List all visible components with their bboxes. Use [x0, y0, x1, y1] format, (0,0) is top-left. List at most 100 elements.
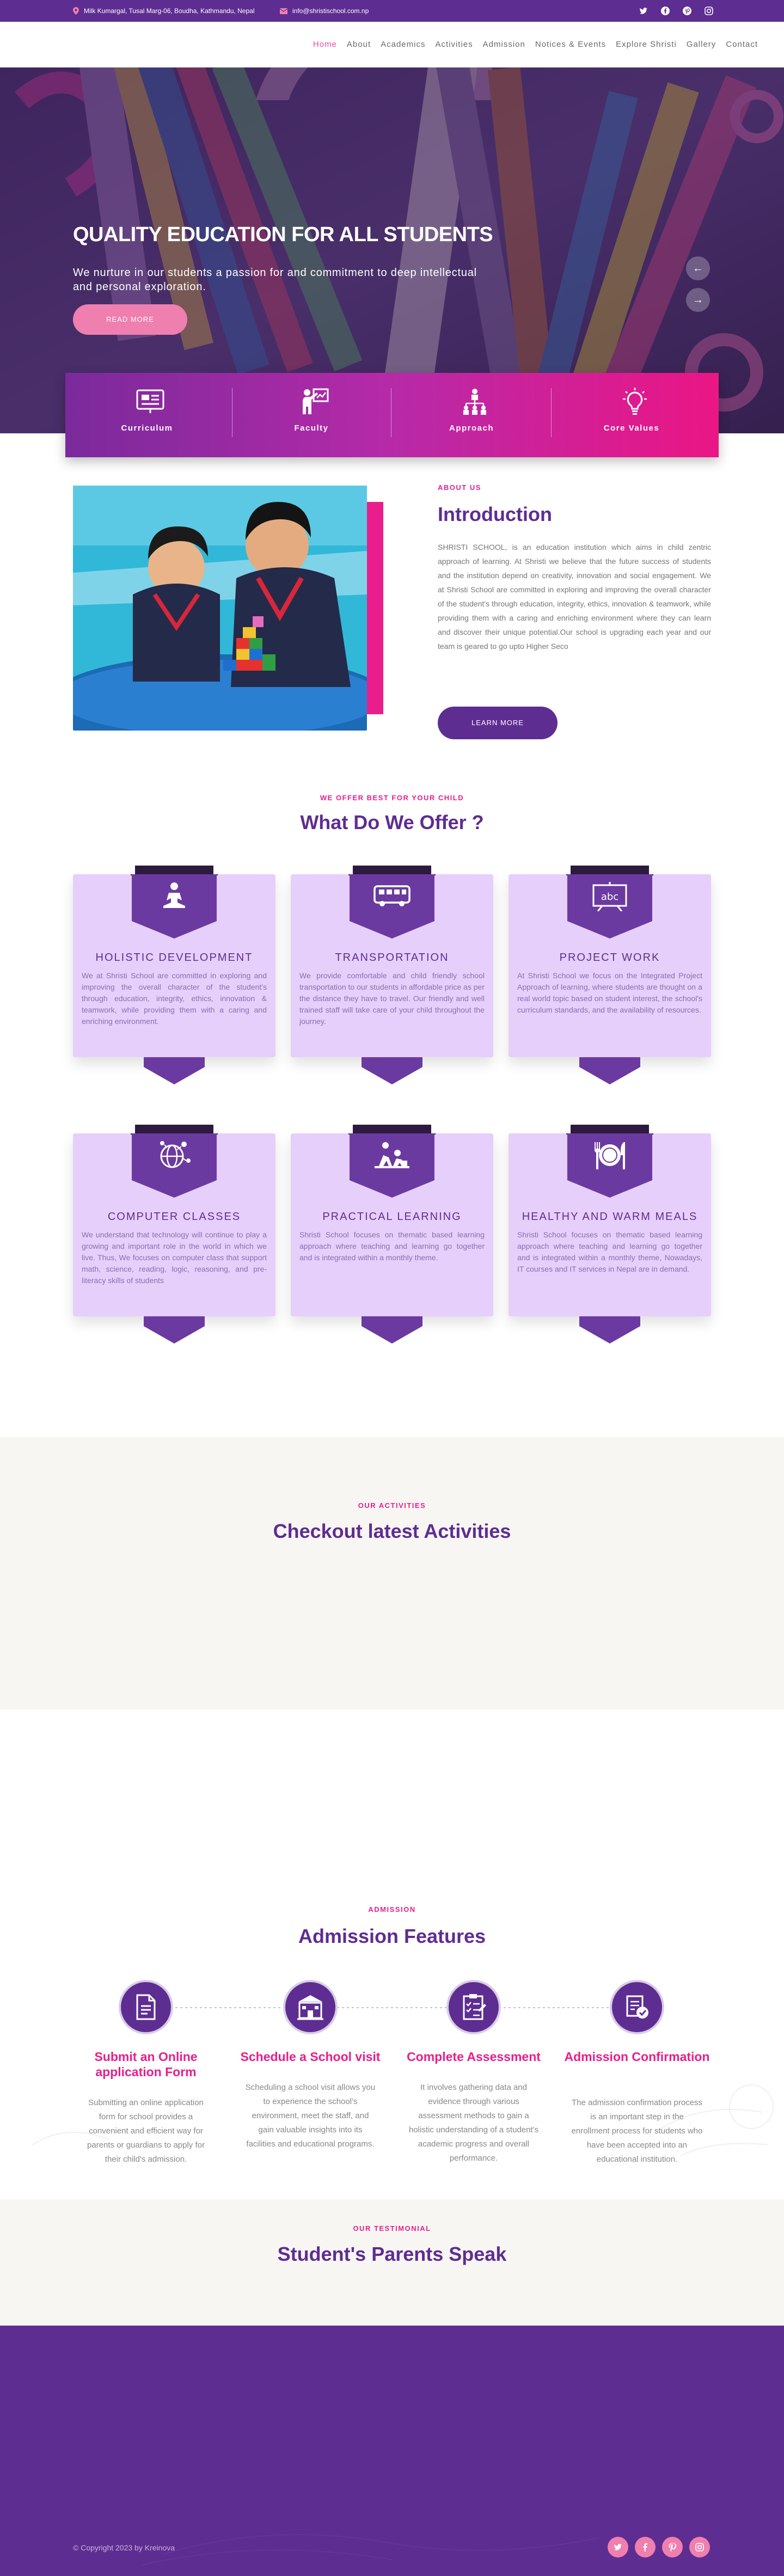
feature-label: Core Values: [603, 424, 660, 433]
card-description: We provide comfortable and child friendl…: [299, 971, 485, 1026]
nav-item-activities[interactable]: Activities: [435, 40, 473, 49]
nav-item-about[interactable]: About: [347, 40, 371, 49]
footer-instagram-link[interactable]: [689, 2537, 710, 2557]
step-title: Admission Confirmation: [564, 2050, 710, 2064]
activities-title: Checkout latest Activities: [273, 1520, 511, 1542]
step-title: Complete Assessment: [407, 2050, 541, 2064]
feature-label: Curriculum: [121, 424, 173, 433]
main-navbar: Home About Academics Activities Admissio…: [0, 22, 784, 68]
kids-playing-icon: [375, 1142, 409, 1168]
card-title: HOLISTIC DEVELOPMENT: [95, 952, 253, 964]
footer-facebook-link[interactable]: [635, 2537, 656, 2557]
footer-twitter-link[interactable]: [608, 2537, 628, 2557]
card-ribbon: [579, 1316, 640, 1344]
admission-kicker: ADMISSION: [368, 1905, 416, 1913]
feature-core-values[interactable]: Core Values: [552, 373, 711, 457]
step-description: Scheduling a school visit allows you to …: [245, 2083, 376, 2149]
nav-item-explore-shristi[interactable]: Explore Shristi: [616, 40, 677, 49]
offer-card[interactable]: PRACTICAL LEARNING Shristi School focuse…: [291, 1125, 493, 1344]
feature-faculty[interactable]: Faculty: [232, 373, 391, 457]
learn-more-button[interactable]: LEARN MORE: [438, 707, 558, 739]
facebook-icon: [643, 2543, 647, 2552]
feature-approach[interactable]: Approach: [392, 373, 551, 457]
nav-item-academics[interactable]: Academics: [381, 40, 425, 49]
offer-title: What Do We Offer ?: [300, 811, 484, 833]
nav-item-admission[interactable]: Admission: [483, 40, 525, 49]
feature-curriculum[interactable]: Curriculum: [68, 373, 226, 457]
twitter-icon[interactable]: [639, 7, 648, 15]
divider: [551, 388, 552, 437]
hierarchy-icon: [463, 389, 486, 415]
activities-section: [0, 1437, 784, 1709]
offer-card[interactable]: HEALTHY AND WARM MEALS Shristi School fo…: [509, 1125, 711, 1344]
nav-item-notices-events[interactable]: Notices & Events: [535, 40, 606, 49]
card-description: We understand that technology will conti…: [82, 1230, 267, 1285]
badge-check-icon: [626, 1995, 648, 2019]
pinterest-icon[interactable]: [683, 7, 691, 15]
svg-text:abc: abc: [601, 891, 618, 903]
intro-photo: [73, 486, 367, 731]
card-ribbon: [362, 1057, 422, 1084]
feature-bar: Curriculum Faculty Approach Core Values: [65, 373, 719, 457]
meditation-icon: [163, 882, 185, 908]
card-ribbon: [362, 1316, 422, 1344]
globe-network-icon: [160, 1141, 191, 1168]
feature-label: Faculty: [294, 424, 329, 433]
card-title: HEALTHY AND WARM MEALS: [522, 1211, 698, 1223]
card-description: We at Shristi School are committed in ex…: [82, 971, 267, 1026]
twitter-icon: [614, 2544, 622, 2550]
instagram-icon[interactable]: [705, 7, 713, 15]
card-title: PRACTICAL LEARNING: [322, 1211, 462, 1223]
footer-pinterest-link[interactable]: [662, 2537, 683, 2557]
school-building-icon: [297, 1995, 323, 2020]
card-description: Shristi School focuses on thematic based…: [517, 1230, 702, 1273]
offer-card[interactable]: HOLISTIC DEVELOPMENT We at Shristi Schoo…: [73, 866, 275, 1084]
top-bar: Milk Kumargal, Tusal Marg-06, Boudha, Ka…: [0, 0, 784, 22]
step-description: Submitting an online application form fo…: [87, 2098, 205, 2164]
offer-card[interactable]: COMPUTER CLASSES We understand that tech…: [73, 1125, 275, 1344]
children-playing-image: [73, 486, 367, 731]
email-link[interactable]: info@shristischool.com.np: [292, 7, 369, 15]
step-circle: [610, 1980, 664, 2034]
document-icon: [136, 1994, 156, 2020]
intro-title: Introduction: [438, 503, 552, 525]
slider-next-button[interactable]: →: [686, 288, 710, 312]
offer-card[interactable]: abc PROJECT WORK At Shristi School we fo…: [509, 866, 711, 1084]
step-circle: [283, 1980, 338, 2034]
step-description: It involves gathering data and evidence …: [408, 2083, 538, 2163]
checklist-icon: [463, 1994, 486, 2020]
activities-kicker: OUR ACTIVITIES: [358, 1501, 426, 1510]
card-ribbon: [144, 1316, 205, 1344]
instagram-icon: [695, 2543, 704, 2552]
step-circle: [446, 1980, 501, 2034]
offer-kicker: WE OFFER BEST FOR YOUR CHILD: [320, 794, 464, 802]
step-title: Schedule a School visit: [240, 2050, 381, 2064]
envelope-icon: [280, 8, 287, 14]
plate-cutlery-icon: [595, 1142, 625, 1169]
hero-subtitle: We nurture in our students a passion for…: [73, 267, 477, 293]
nav-item-gallery[interactable]: Gallery: [687, 40, 716, 49]
read-more-button[interactable]: READ MORE: [73, 304, 187, 335]
card-title: TRANSPORTATION: [335, 952, 449, 964]
nav-item-contact[interactable]: Contact: [726, 40, 758, 49]
feature-label: Approach: [449, 424, 494, 433]
card-ribbon: [579, 1057, 640, 1084]
offer-card[interactable]: TRANSPORTATION We provide comfortable an…: [291, 866, 493, 1084]
pinterest-icon: [669, 2543, 677, 2552]
facebook-icon[interactable]: [661, 7, 670, 15]
step-title: Submit an Online application Form: [94, 2050, 198, 2079]
step-description: The admission confirmation process is an…: [571, 2098, 703, 2164]
nav-menu: Home About Academics Activities Admissio…: [313, 40, 758, 49]
slider-prev-button[interactable]: ←: [686, 256, 710, 280]
nav-item-home[interactable]: Home: [313, 40, 337, 49]
location-pin-icon: [73, 7, 79, 15]
intro-body: SHRISTI SCHOOL, is an education institut…: [438, 543, 711, 651]
decorative-bar: [367, 502, 383, 714]
address-info: Milk Kumargal, Tusal Marg-06, Boudha, Ka…: [73, 7, 255, 15]
testimonial-kicker: OUR TESTIMONIAL: [353, 2224, 431, 2232]
steps-connector-line: [146, 2007, 639, 2008]
testimonial-title: Student's Parents Speak: [277, 2243, 507, 2265]
email-info[interactable]: info@shristischool.com.np: [280, 7, 369, 15]
teacher-icon: [303, 388, 329, 414]
intro-kicker: ABOUT US: [438, 483, 481, 492]
